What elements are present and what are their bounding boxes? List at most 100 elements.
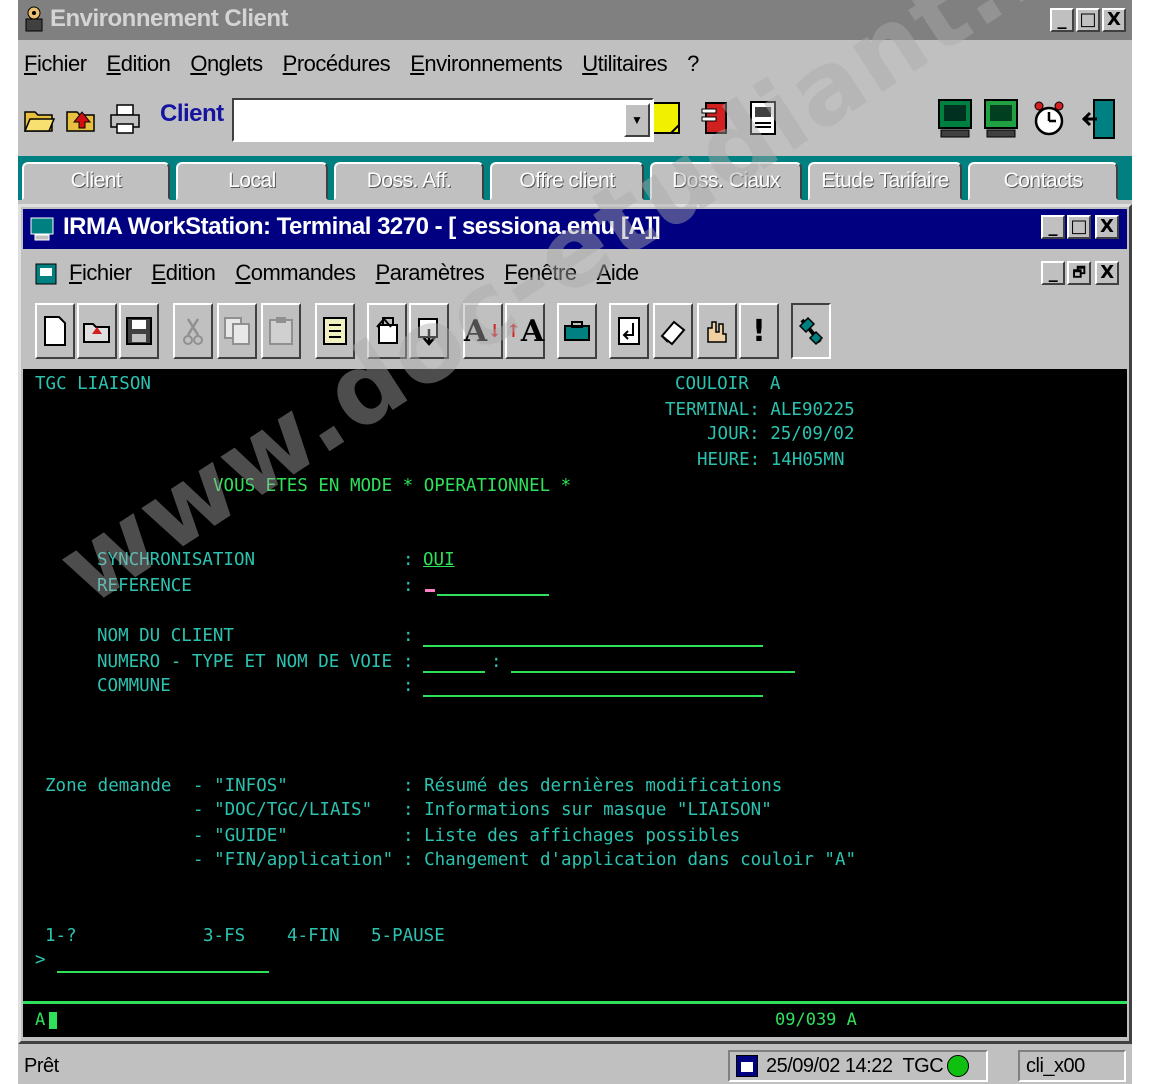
transfer-up-icon[interactable] <box>367 303 407 359</box>
document-image-icon[interactable] <box>744 96 782 142</box>
inner-menu-aide[interactable]: Aide <box>597 260 640 286</box>
field-separator: : <box>403 676 414 696</box>
mdi-close-button[interactable]: X <box>1095 261 1119 285</box>
close-button[interactable]: X <box>1102 8 1126 32</box>
status-ready: Prêt <box>24 1054 59 1077</box>
text-cursor <box>425 589 435 592</box>
tab-strip: Client Local Doss. Aff. Offre client Dos… <box>18 156 1132 200</box>
inner-menu-commandes[interactable]: Commandes <box>235 260 356 286</box>
function-key-pause[interactable]: 5-PAUSE <box>371 925 445 947</box>
tab-offre-client[interactable]: Offre client <box>490 162 644 200</box>
menu-environnements[interactable]: Environnements <box>410 51 563 77</box>
mode-banner: VOUS ETES EN MODE * OPERATIONNEL * <box>213 476 572 496</box>
inner-menu-edition[interactable]: Edition <box>152 260 216 286</box>
tab-local[interactable]: Local <box>176 162 328 200</box>
tab-doss-ciaux[interactable]: Doss. Ciaux <box>650 162 802 200</box>
minimize-button[interactable]: _ <box>1050 8 1074 32</box>
keyboard-status: A <box>35 1010 46 1030</box>
menu-help[interactable]: ? <box>687 51 699 77</box>
application-frame: Environnement Client _ □ X Fichier Editi… <box>18 0 1132 1084</box>
menu-procedures[interactable]: Procédures <box>283 51 391 77</box>
cursor-position: 09/039 A <box>775 1010 857 1030</box>
nom-client-label: NOM DU CLIENT <box>97 626 234 646</box>
heure-time: HEURE: 14H05MN <box>697 450 845 470</box>
green-status-dot <box>947 1055 970 1077</box>
numero-input[interactable] <box>423 671 485 673</box>
inner-maximize-button[interactable]: □ <box>1067 215 1091 239</box>
synchronisation-label: SYNCHRONISATION <box>97 550 256 570</box>
terminal-id: TERMINAL: ALE90225 <box>665 400 855 420</box>
macro-script-icon[interactable] <box>315 303 355 359</box>
voie-input[interactable] <box>511 671 795 673</box>
printer-icon[interactable] <box>106 96 144 142</box>
help-code: - "FIN/application" <box>193 850 394 870</box>
save-disk-icon[interactable] <box>119 303 159 359</box>
mdi-restore-button[interactable]: 🗗 <box>1067 261 1091 285</box>
transfer-down-icon[interactable] <box>409 303 449 359</box>
tab-contacts[interactable]: Contacts <box>968 162 1118 200</box>
app-person-icon <box>22 5 46 33</box>
inner-menu-fichier[interactable]: Fichier <box>69 260 132 286</box>
hand-cursor-icon[interactable] <box>697 303 737 359</box>
mdi-minimize-button[interactable]: _ <box>1041 261 1065 285</box>
menu-fichier[interactable]: Fichier <box>24 51 87 77</box>
inner-menu-fenetre[interactable]: Fenêtre <box>504 260 577 286</box>
cut-scissors-icon[interactable] <box>173 303 213 359</box>
help-desc: : Informations sur masque "LIAISON" <box>403 800 772 820</box>
menu-edition[interactable]: Edition <box>107 51 171 77</box>
menu-onglets[interactable]: Onglets <box>190 51 263 77</box>
paste-clipboard-icon[interactable] <box>261 303 301 359</box>
function-key-fs[interactable]: 3-FS <box>203 925 245 947</box>
client-select[interactable]: ▼ <box>232 98 654 142</box>
function-key-fin[interactable]: 4-FIN <box>287 925 340 947</box>
connect-plug-icon[interactable] <box>791 303 831 359</box>
new-document-icon[interactable] <box>35 303 75 359</box>
alarm-clock-icon[interactable] <box>1030 96 1068 142</box>
inner-minimize-button[interactable]: _ <box>1041 215 1065 239</box>
commune-label: COMMUNE <box>97 676 171 696</box>
red-book-icon[interactable] <box>696 96 734 142</box>
help-desc: : Résumé des dernières modifications <box>403 776 783 796</box>
inner-toolbar: A ↓ ↑ A ! <box>23 299 1127 365</box>
computer-icon[interactable] <box>982 96 1020 142</box>
toolbox-icon[interactable] <box>557 303 597 359</box>
open-folder-icon[interactable] <box>20 96 58 142</box>
eraser-icon[interactable] <box>653 303 693 359</box>
chevron-down-icon[interactable]: ▼ <box>624 103 650 137</box>
tab-doss-aff[interactable]: Doss. Aff. <box>334 162 484 200</box>
command-prompt: > <box>35 950 46 970</box>
tab-etude-tarifaire[interactable]: Etude Tarifaire <box>808 162 962 200</box>
field-separator: : <box>491 652 502 672</box>
export-folder-icon[interactable] <box>62 96 100 142</box>
terminal-3270-screen[interactable]: TGC LIAISON COULOIR A TERMINAL: ALE90225… <box>23 369 1127 1001</box>
monitor-icon[interactable] <box>936 96 974 142</box>
copy-icon[interactable] <box>217 303 257 359</box>
open-folder-icon[interactable] <box>77 303 117 359</box>
reference-input[interactable] <box>437 594 549 596</box>
session-doc-icon[interactable] <box>33 261 59 287</box>
alert-exclamation-icon[interactable]: ! <box>739 303 779 359</box>
couloir-label: COULOIR A <box>675 374 781 394</box>
commune-input[interactable] <box>423 695 763 697</box>
outer-window-title: Environnement Client <box>50 5 289 32</box>
field-separator: : <box>403 576 414 596</box>
synchronisation-value[interactable]: OUI <box>423 549 455 571</box>
command-input[interactable] <box>57 971 269 973</box>
terminal-app-icon <box>29 216 55 242</box>
menu-utilitaires[interactable]: Utilitaires <box>582 51 667 77</box>
nom-client-input[interactable] <box>423 645 763 647</box>
jour-date: JOUR: 25/09/02 <box>707 424 855 444</box>
font-larger-icon[interactable]: ↑ A <box>505 303 545 359</box>
tab-client[interactable]: Client <box>22 162 170 200</box>
function-key-help[interactable]: 1-? <box>45 925 77 947</box>
status-block <box>49 1012 57 1029</box>
terminal-status-line: A 09/039 A <box>23 1001 1127 1037</box>
exit-door-icon[interactable] <box>1080 96 1118 142</box>
calendar-icon <box>736 1055 758 1077</box>
inner-menu-parametres[interactable]: Paramètres <box>376 260 485 286</box>
outer-menu-bar: Fichier Edition Onglets Procédures Envir… <box>18 44 1132 84</box>
font-smaller-icon[interactable]: A ↓ <box>463 303 503 359</box>
return-arrow-icon[interactable] <box>609 303 649 359</box>
inner-close-button[interactable]: X <box>1095 215 1119 239</box>
maximize-button[interactable]: □ <box>1076 8 1100 32</box>
